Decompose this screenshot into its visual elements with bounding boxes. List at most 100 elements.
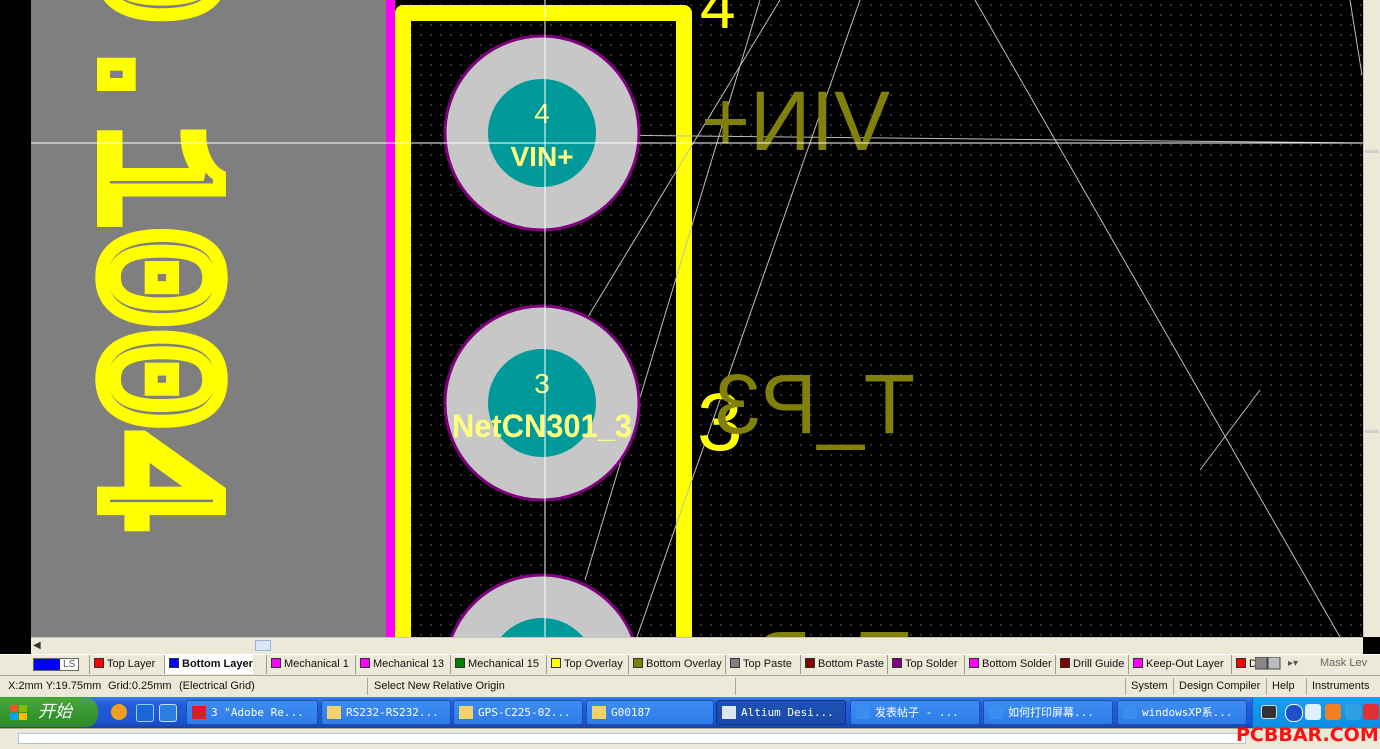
layer-tab-label: Top Paste <box>743 658 792 670</box>
status-bar: X:2mm Y:19.75mm Grid:0.25mm (Electrical … <box>0 675 1380 698</box>
taskbar-button[interactable]: windowsXP系... <box>1117 700 1247 725</box>
panel-instruments-button[interactable]: Instruments <box>1312 680 1369 692</box>
board-text-group: 0.1004 <box>44 0 257 536</box>
layer-tab[interactable]: Bottom Layer <box>164 655 253 674</box>
layer-tab-label: Top Layer <box>107 658 156 670</box>
layer-tab-label: Mechanical 15 <box>468 658 539 670</box>
panel-design-compiler-button[interactable]: Design Compiler <box>1179 680 1260 692</box>
layer-tab-label: Bottom Overlay <box>646 658 722 670</box>
layer-color-swatch <box>1060 658 1070 668</box>
pcb-drawing: 0.1004 4 VIN+ 3 NetCN301_3 4 3 VIN+ T_P3 <box>31 0 1364 637</box>
board-text: 0.1004 <box>51 0 251 530</box>
pcb-canvas[interactable]: 0.1004 4 VIN+ 3 NetCN301_3 4 3 VIN+ T_P3 <box>0 0 1380 637</box>
watermark: PCBBAR.COM <box>1236 724 1379 746</box>
pad-2[interactable] <box>445 573 639 637</box>
folder-icon <box>327 706 341 719</box>
layer-color-swatch <box>805 658 815 668</box>
quicklaunch-firefox-icon[interactable] <box>111 704 127 720</box>
taskbar-button[interactable]: G00187 <box>586 700 714 725</box>
network-icon[interactable] <box>1305 704 1321 720</box>
layer-tab-label: Drill Guide <box>1073 658 1125 670</box>
layer-tab[interactable]: Bottom Solder <box>964 655 1052 674</box>
mechanical-line <box>386 0 395 637</box>
folder-icon <box>592 706 606 719</box>
layer-tab[interactable]: Top Overlay <box>546 655 623 674</box>
pad-3[interactable]: 3 NetCN301_3 <box>443 304 641 502</box>
taskbar-button[interactable]: Altium Desi... <box>716 700 846 725</box>
layer-color-swatch <box>633 658 643 668</box>
cursor-coords: X:2mm Y:19.75mm <box>8 680 102 692</box>
layer-tabs: LS Top Layer Bottom Layer Mechanical 1 Mech… <box>0 654 1380 675</box>
taskbar-button[interactable]: GPS-C225-02... <box>453 700 583 725</box>
layer-color-swatch <box>169 658 179 668</box>
taskbar-button[interactable]: 3 "Adobe Re... <box>186 700 318 725</box>
layer-color-swatch <box>1236 658 1246 668</box>
pin4-silk-number: 4 <box>700 0 736 42</box>
pad-number: 3 <box>534 368 550 399</box>
panel-system-button[interactable]: System <box>1131 680 1168 692</box>
layer-tab[interactable]: Mechanical 13 <box>355 655 444 674</box>
layer-color-swatch <box>892 658 902 668</box>
layer-tab[interactable]: Bottom Paste <box>800 655 884 674</box>
current-layer-color <box>34 659 60 670</box>
taskbar-button-label: GPS-C225-02... <box>478 706 571 719</box>
pad-number: 4 <box>534 98 550 129</box>
back-icon[interactable] <box>1285 704 1303 722</box>
quicklaunch-ie-icon[interactable] <box>136 704 154 722</box>
app-tray-icon[interactable] <box>1325 704 1341 720</box>
layer-tab[interactable]: Drill Guide <box>1055 655 1124 674</box>
ie-icon <box>989 706 1003 719</box>
layer-tab-label: Top Overlay <box>564 658 623 670</box>
panel-help-button[interactable]: Help <box>1272 680 1295 692</box>
layer-set-button[interactable]: LS <box>33 658 79 671</box>
layer-tab[interactable]: Mechanical 1 <box>266 655 349 674</box>
scroll-left-icon[interactable]: ◀ <box>33 640 45 651</box>
messenger-icon[interactable] <box>1345 704 1361 720</box>
adobe-icon <box>192 706 206 719</box>
horizontal-scrollbar[interactable]: ◀ <box>31 637 1363 654</box>
layer-color-swatch <box>551 658 561 668</box>
ratsnest-line <box>1199 389 1261 471</box>
left-margin <box>0 0 31 637</box>
taskbar-button-label: 发表帖子 - ... <box>875 706 959 719</box>
layer-color-swatch <box>969 658 979 668</box>
taskbar-button-label: 3 "Adobe Re... <box>211 706 304 719</box>
grid-size: Grid:0.25mm <box>108 680 172 692</box>
layer-tab[interactable]: Top Paste <box>725 655 792 674</box>
layer-tab[interactable]: Mechanical 15 <box>450 655 539 674</box>
taskbar-button-label: windowsXP系... <box>1142 706 1233 719</box>
layer-tab[interactable]: Bottom Overlay <box>628 655 722 674</box>
start-button[interactable]: 开始 <box>0 698 98 727</box>
vertical-scrollbar[interactable] <box>1363 0 1380 637</box>
status-message: Select New Relative Origin <box>374 680 505 692</box>
layer-tab[interactable]: Keep-Out Layer <box>1128 655 1224 674</box>
layer-tab-label: Top Solder <box>905 658 958 670</box>
taskbar-button-label: Altium Desi... <box>741 706 834 719</box>
start-label: 开始 <box>38 702 72 722</box>
layer-tab-label: Bottom Layer <box>182 658 253 670</box>
layer-tab[interactable]: Top Solder <box>887 655 958 674</box>
layer-tab-label: Bottom Solder <box>982 658 1052 670</box>
taskbar-button-label: 如何打印屏幕... <box>1008 706 1094 719</box>
taskbar-button[interactable]: RS232-RS232... <box>321 700 451 725</box>
keyboard-icon[interactable] <box>1261 705 1277 719</box>
scroll-thumb[interactable] <box>255 640 271 651</box>
taskbar-button[interactable]: 如何打印屏幕... <box>983 700 1113 725</box>
layer-tab-label: Bottom Paste <box>818 658 885 670</box>
pad-4[interactable]: 4 VIN+ <box>443 34 641 232</box>
quicklaunch-browser-icon[interactable] <box>159 704 177 722</box>
layer-color-swatch <box>271 658 281 668</box>
security-icon[interactable] <box>1363 704 1379 720</box>
layer-tab[interactable]: Top Layer <box>89 655 155 674</box>
taskbar-button-label: RS232-RS232... <box>346 706 439 719</box>
layer-scroll-arrows-icon[interactable] <box>1255 657 1281 671</box>
layer-color-swatch <box>730 658 740 668</box>
layer-tab-label: Mechanical 13 <box>373 658 444 670</box>
taskbar-button[interactable]: 发表帖子 - ... <box>850 700 980 725</box>
pad-net: NetCN301_3 <box>452 408 632 444</box>
mask-level-funnel-icon[interactable]: ▸▾ <box>1288 658 1298 669</box>
folder-icon <box>459 706 473 719</box>
mask-level-label[interactable]: Mask Lev <box>1320 657 1367 669</box>
layer-color-swatch <box>94 658 104 668</box>
tp-mirrored-label: T_P3 <box>714 357 915 451</box>
